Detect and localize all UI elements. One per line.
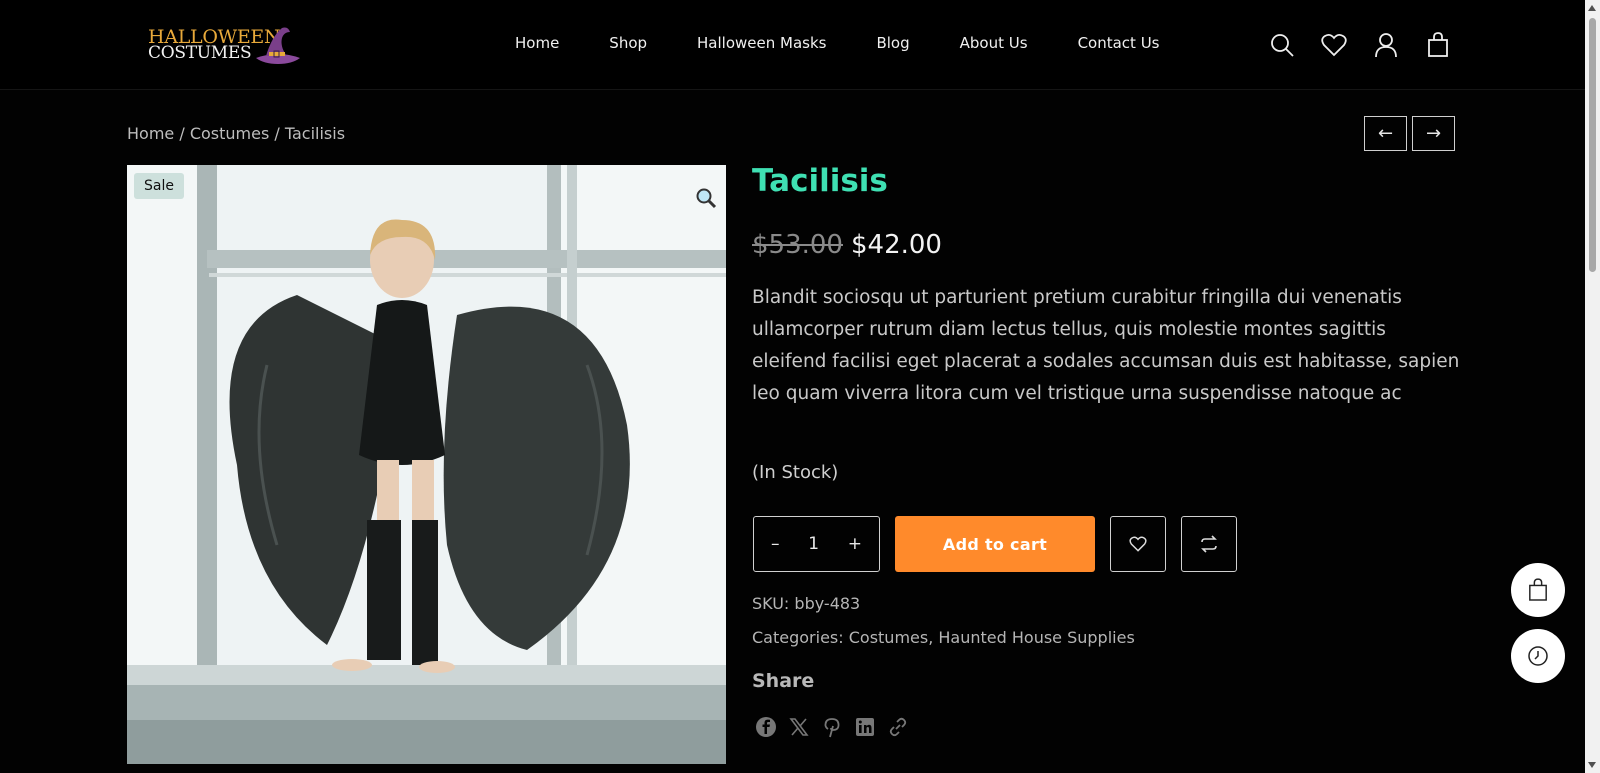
nav-halloween-masks[interactable]: Halloween Masks (697, 34, 826, 52)
category-link-costumes[interactable]: Costumes (849, 628, 928, 647)
nav-contact-us[interactable]: Contact Us (1078, 34, 1160, 52)
scrollbar-thumb[interactable] (1589, 18, 1596, 272)
quantity-decrease-button[interactable]: – (771, 534, 780, 554)
shopping-bag-icon[interactable] (1424, 31, 1452, 59)
sku-label: SKU: (752, 594, 790, 613)
add-to-cart-button[interactable]: Add to cart (895, 516, 1095, 572)
original-price: $53.00 (752, 230, 843, 260)
nav-blog[interactable]: Blog (876, 34, 909, 52)
user-icon[interactable] (1372, 31, 1400, 59)
arrow-left-icon: ← (1377, 123, 1394, 144)
x-icon[interactable] (787, 715, 811, 739)
search-icon[interactable] (1268, 31, 1296, 59)
shopping-bag-icon (1529, 578, 1547, 601)
breadcrumb: Home / Costumes / Tacilisis (127, 124, 345, 143)
sku-value: bby-483 (794, 594, 861, 613)
compare-arrows-icon (1201, 535, 1217, 553)
next-product-button[interactable]: → (1412, 116, 1455, 151)
categories-label: Categories: (752, 628, 844, 647)
product-image[interactable] (127, 165, 726, 764)
quantity-input[interactable]: 1 (808, 534, 819, 554)
arrow-right-icon: → (1425, 123, 1442, 144)
witch-hat-icon (256, 27, 300, 64)
zoom-icon[interactable] (695, 187, 719, 211)
floating-cart-button[interactable] (1511, 563, 1565, 617)
sku-row: SKU: bby-483 (752, 594, 860, 613)
floating-recently-viewed-button[interactable] (1511, 629, 1565, 683)
nav-home[interactable]: Home (515, 34, 559, 52)
quantity-increase-button[interactable]: + (848, 534, 862, 554)
product-photo (127, 165, 726, 764)
heart-icon (1129, 536, 1147, 552)
nav-about-us[interactable]: About Us (960, 34, 1028, 52)
history-clock-icon (1528, 646, 1548, 666)
main-nav: Home Shop Halloween Masks Blog About Us … (515, 34, 1209, 52)
pinterest-icon[interactable] (820, 715, 844, 739)
product-description: Blandit sociosqu ut parturient pretium c… (752, 287, 1460, 404)
breadcrumb-home[interactable]: Home (127, 124, 174, 143)
link-icon[interactable] (886, 715, 910, 739)
sale-badge: Sale (134, 173, 184, 199)
breadcrumb-current: Tacilisis (284, 124, 346, 143)
breadcrumb-separator: / (174, 124, 190, 143)
logo-line-2: COSTUMES (148, 43, 252, 63)
stock-status: (In Stock) (752, 462, 839, 483)
site-header: HALLOWEEN COSTUMES Home Shop Halloween M… (0, 0, 1585, 90)
category-link-haunted-house-supplies[interactable]: Haunted House Supplies (938, 628, 1134, 647)
facebook-icon[interactable] (754, 715, 778, 739)
header-actions (1268, 31, 1476, 59)
share-heading: Share (752, 670, 815, 692)
sale-price: $42.00 (851, 230, 942, 260)
previous-product-button[interactable]: ← (1364, 116, 1407, 151)
linkedin-icon[interactable] (853, 715, 877, 739)
share-icons (754, 715, 919, 739)
nav-shop[interactable]: Shop (609, 34, 647, 52)
breadcrumb-separator: / (269, 124, 285, 143)
site-logo[interactable]: HALLOWEEN COSTUMES (148, 24, 304, 68)
product-title: Tacilisis (752, 163, 888, 199)
scroll-down-arrow-icon[interactable] (1588, 762, 1596, 768)
quantity-stepper: – 1 + (753, 516, 880, 572)
scroll-up-arrow-icon[interactable] (1588, 5, 1596, 11)
heart-icon[interactable] (1320, 31, 1348, 59)
breadcrumb-costumes[interactable]: Costumes (190, 124, 269, 143)
compare-button[interactable] (1181, 516, 1237, 572)
categories-row: Categories: Costumes, Haunted House Supp… (752, 628, 1135, 647)
add-to-wishlist-button[interactable] (1110, 516, 1166, 572)
page-scrollbar[interactable] (1585, 0, 1600, 773)
